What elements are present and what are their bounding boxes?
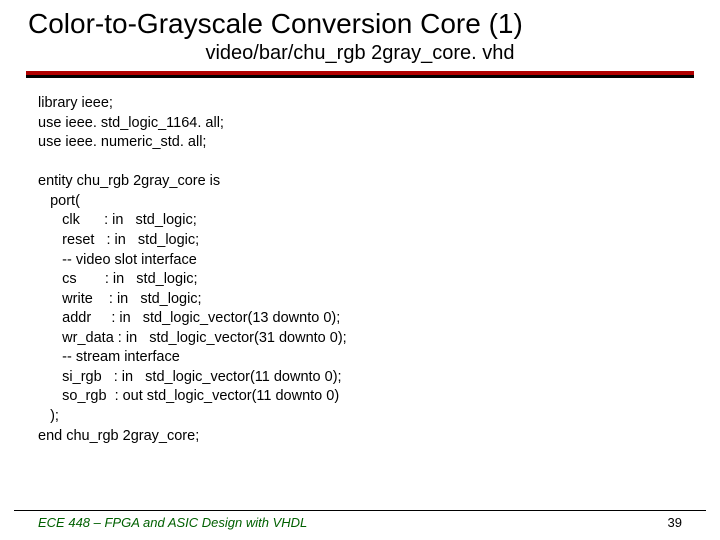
slide-title: Color-to-Grayscale Conversion Core (1) (0, 0, 720, 42)
slide-subtitle: video/bar/chu_rgb 2gray_core. vhd (0, 42, 720, 71)
footer-course: ECE 448 – FPGA and ASIC Design with VHDL (38, 515, 307, 530)
footer-page-number: 39 (668, 515, 682, 530)
code-block: library ieee; use ieee. std_logic_1164. … (0, 88, 720, 446)
title-divider (26, 71, 694, 78)
slide-footer: ECE 448 – FPGA and ASIC Design with VHDL… (14, 510, 706, 530)
divider-black (26, 75, 694, 78)
